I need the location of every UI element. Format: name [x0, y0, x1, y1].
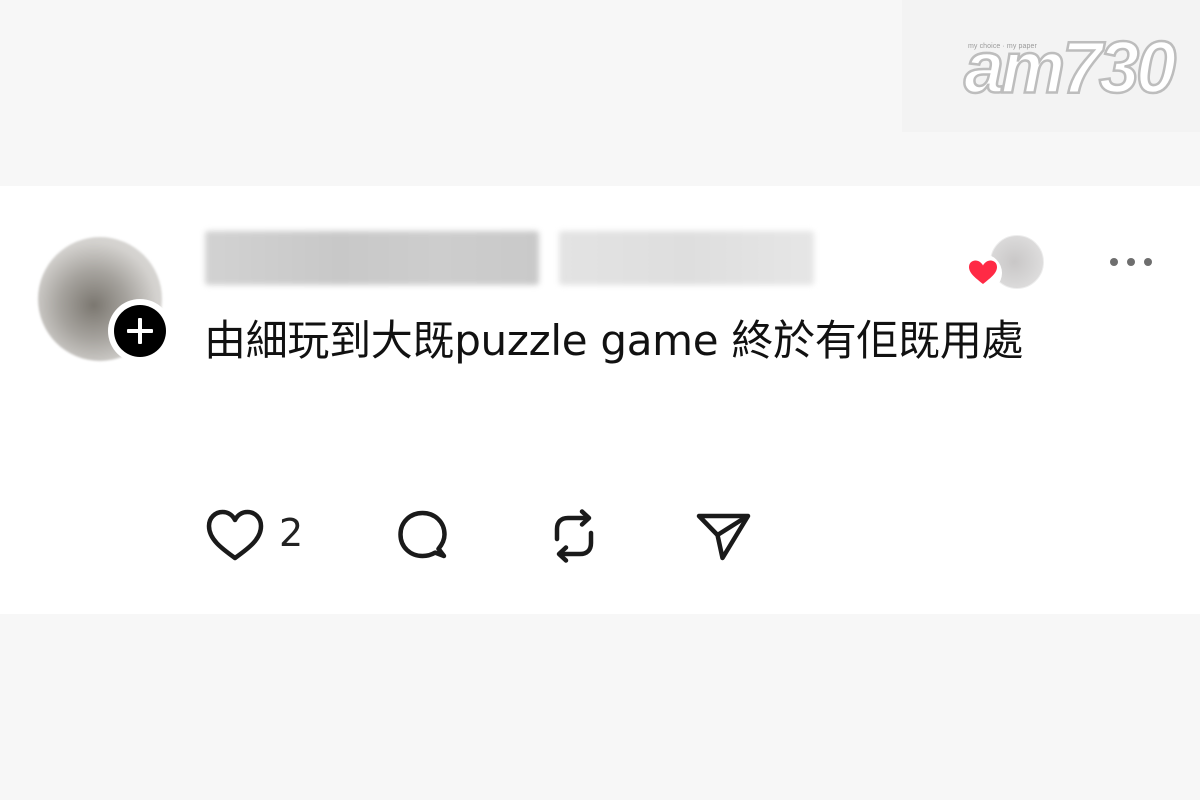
repost-button[interactable]	[544, 502, 606, 572]
follow-button[interactable]	[108, 299, 172, 363]
post-actions: 2	[0, 502, 1200, 572]
like-button[interactable]: 2	[205, 502, 315, 572]
author-name-redacted[interactable]	[205, 231, 539, 285]
comment-button[interactable]	[393, 502, 455, 572]
more-dots-icon[interactable]	[1106, 252, 1156, 272]
share-button[interactable]	[693, 502, 755, 572]
page: my choice · my paper am730 由細玩到大既puzzle …	[0, 0, 1200, 800]
heart-outline-icon	[206, 509, 264, 561]
send-icon	[696, 513, 751, 561]
post-card: 由細玩到大既puzzle game 終於有佢既用處 2	[0, 186, 1200, 614]
repost-icon	[554, 509, 594, 563]
comment-bubble-icon	[398, 510, 447, 559]
post-meta-redacted	[559, 231, 814, 285]
logo-text: am730	[963, 26, 1178, 110]
post-text: 由細玩到大既puzzle game 終於有佢既用處	[204, 316, 1024, 365]
am730-watermark: my choice · my paper am730	[902, 0, 1200, 132]
like-count: 2	[279, 511, 304, 555]
plus-icon	[114, 305, 166, 357]
heart-icon	[964, 254, 1002, 292]
